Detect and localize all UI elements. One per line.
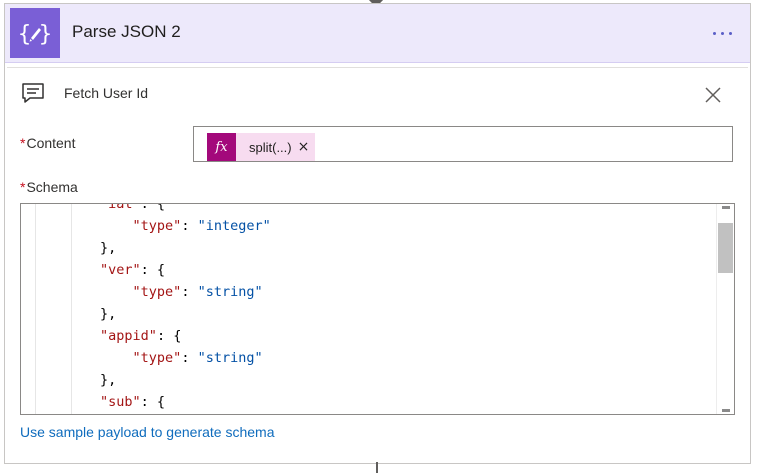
code-key: "appid" — [100, 328, 157, 344]
code-punctuation: }, — [100, 240, 117, 256]
schema-label-text: Schema — [26, 179, 78, 195]
code-line: "ver": { — [35, 259, 165, 281]
code-separator: : — [181, 218, 198, 234]
json-braces-icon: { } — [10, 8, 60, 58]
code-punctuation: : { — [140, 394, 166, 410]
code-line: "type": "integer" — [35, 215, 271, 237]
fx-icon: fx — [207, 133, 236, 161]
schema-editor[interactable]: "iat": { "type": "integer" }, "ver": { "… — [20, 203, 735, 415]
code-line: "appid": { — [35, 325, 181, 347]
code-separator: : — [181, 350, 198, 366]
code-line: "type": "string" — [35, 281, 263, 303]
code-key: "iat" — [100, 203, 141, 212]
content-label: *Content — [20, 135, 76, 151]
code-value: "string" — [197, 284, 263, 300]
scrollbar-thumb[interactable] — [718, 223, 733, 273]
code-key: "sub" — [100, 394, 141, 410]
code-key: "type" — [132, 350, 182, 366]
code-value: "integer" — [197, 218, 271, 234]
scroll-mark-top — [722, 206, 730, 209]
code-key: "ver" — [100, 262, 141, 278]
code-line: "sub": { — [35, 391, 165, 413]
code-punctuation: : { — [156, 328, 182, 344]
code-punctuation: : { — [140, 262, 166, 278]
more-options-icon[interactable] — [705, 24, 739, 42]
comment-text[interactable]: Fetch User Id — [64, 85, 148, 101]
code-line: }, — [35, 237, 116, 259]
content-required-mark: * — [20, 135, 26, 151]
card-header[interactable]: { } Parse JSON 2 — [5, 4, 750, 63]
schema-required-mark: * — [20, 179, 26, 195]
code-key: "type" — [132, 218, 182, 234]
expression-token[interactable]: fx split(...) × — [207, 133, 316, 161]
code-line: "type": "string" — [35, 347, 263, 369]
code-punctuation: }, — [100, 372, 117, 388]
code-punctuation: }, — [100, 306, 117, 322]
header-separator — [7, 67, 748, 68]
card-title[interactable]: Parse JSON 2 — [72, 22, 181, 42]
flow-connector-bottom — [376, 462, 378, 473]
comment-icon — [20, 80, 46, 110]
generate-schema-link[interactable]: Use sample payload to generate schema — [20, 424, 274, 440]
code-key: "type" — [132, 284, 182, 300]
remove-token-icon[interactable]: × — [298, 140, 316, 154]
code-line: }, — [35, 303, 116, 325]
close-icon[interactable] — [704, 86, 722, 108]
editor-scrollbar[interactable] — [716, 204, 734, 414]
code-separator: : — [181, 284, 198, 300]
code-value: "string" — [197, 350, 263, 366]
scroll-mark-bottom — [722, 409, 730, 412]
code-line: }, — [35, 369, 116, 391]
expression-token-text[interactable]: split(...) — [236, 140, 298, 155]
content-input[interactable]: fx split(...) × — [193, 126, 733, 162]
code-punctuation: : { — [140, 203, 166, 212]
schema-label: *Schema — [20, 179, 78, 195]
code-line: "iat": { — [35, 203, 166, 215]
content-label-text: Content — [26, 135, 76, 151]
